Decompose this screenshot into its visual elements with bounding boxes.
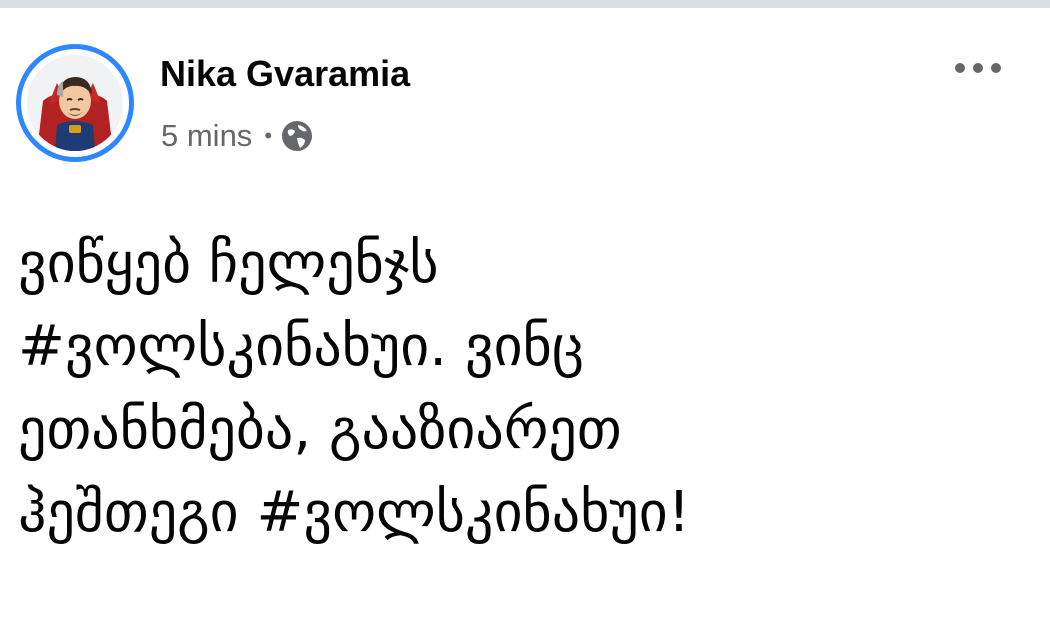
more-options-icon[interactable] (950, 52, 1006, 84)
meta-separator: • (264, 123, 273, 148)
globe-icon[interactable] (280, 119, 314, 153)
post-timestamp[interactable]: 5 mins (161, 118, 252, 154)
author-avatar[interactable] (16, 44, 134, 162)
facebook-post: Nika Gvaramia 5 mins • ვიწყებ ჩელენჯს #ვ… (0, 0, 1050, 628)
avatar-illustration-icon (37, 77, 113, 151)
post-body: ვიწყებ ჩელენჯს #ვოლსკინახუი. ვინც ეთანხმ… (18, 222, 1038, 554)
avatar-image (27, 55, 123, 151)
post-meta: 5 mins • (161, 114, 314, 158)
post-text-line: ჰეშთეგი #ვოლსკინახუი! (18, 480, 691, 545)
post-text-line: #ვოლსკინახუი. ვინც (18, 314, 584, 379)
top-divider (0, 0, 1050, 8)
author-name[interactable]: Nika Gvaramia (160, 52, 410, 96)
post-text-line: ეთანხმება, გააზიარეთ (18, 397, 622, 462)
post-text-line: ვიწყებ ჩელენჯს (18, 231, 439, 296)
